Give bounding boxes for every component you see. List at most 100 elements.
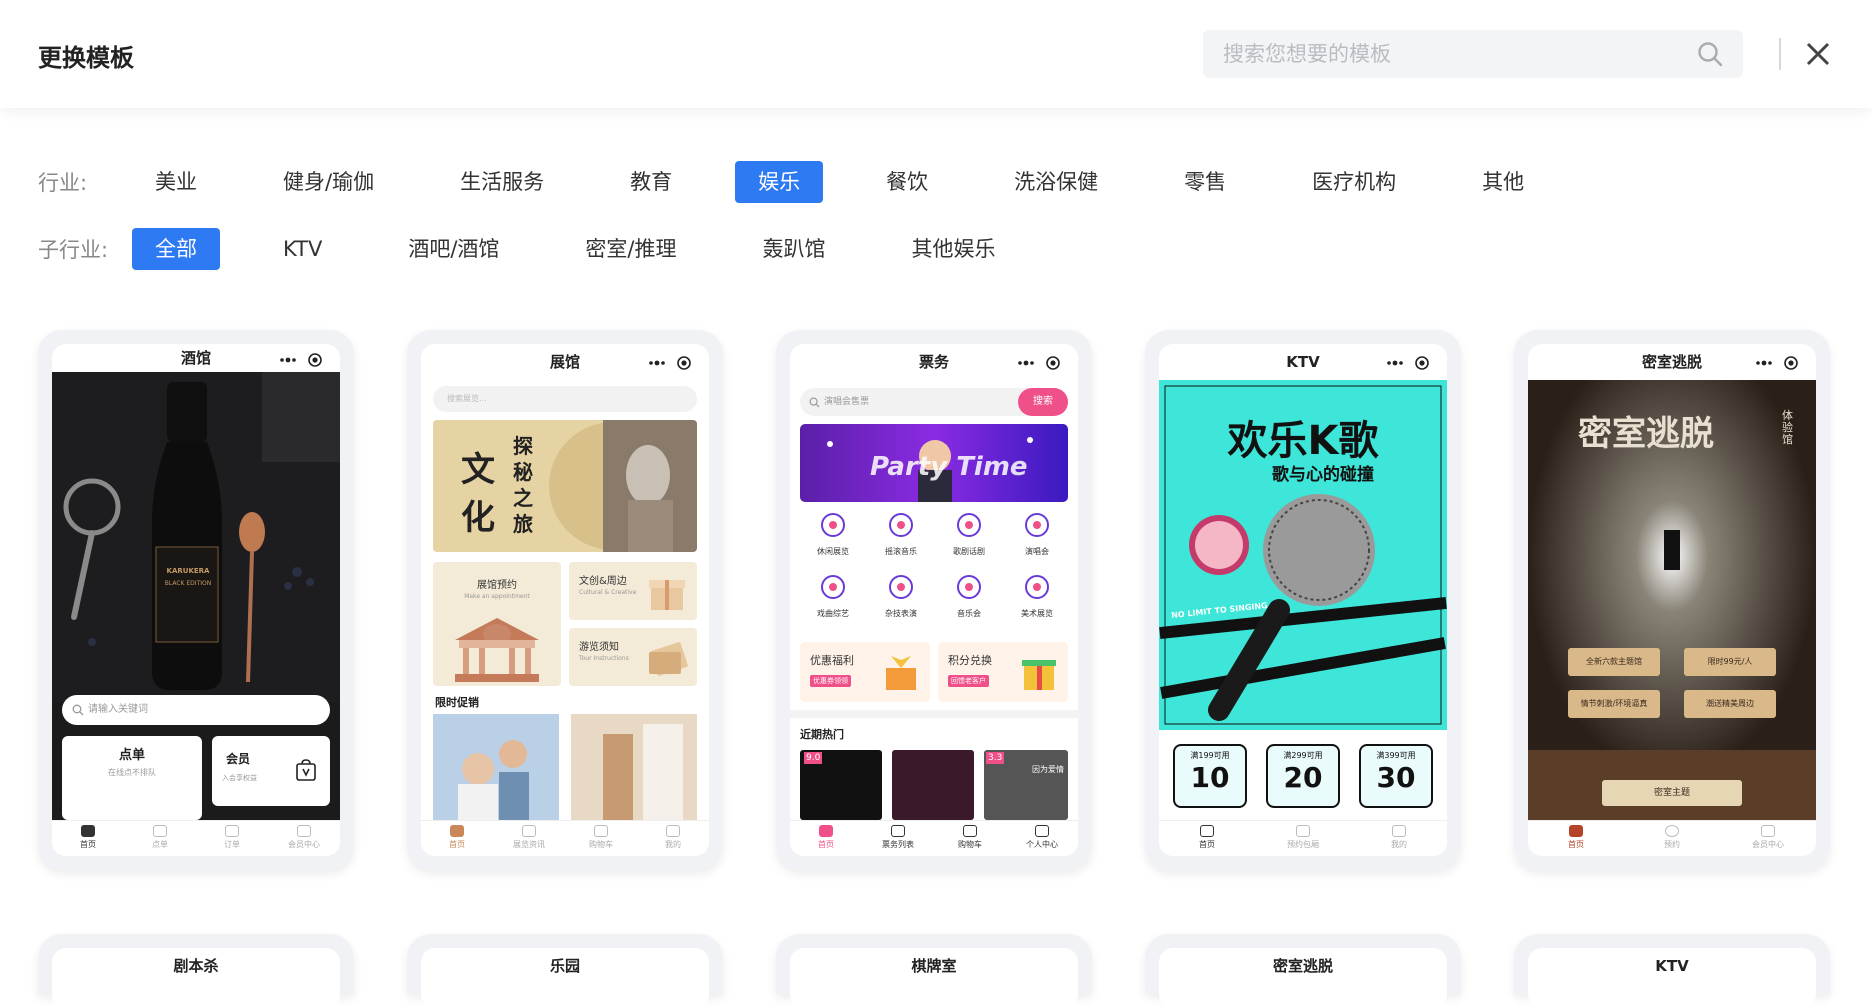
mini-tab-home[interactable]: 首页: [790, 821, 862, 856]
coupon[interactable]: 满199可用 10: [1173, 744, 1247, 808]
mini-tab-home[interactable]: 首页: [52, 821, 124, 856]
search-input[interactable]: [1223, 30, 1683, 78]
template-card[interactable]: 乐园: [407, 934, 723, 1008]
category-item[interactable]: 休闲展览: [800, 510, 866, 557]
wood-sign[interactable]: 限时99元/人: [1684, 648, 1776, 676]
industry-chip-active[interactable]: 娱乐: [735, 161, 824, 203]
mini-tab[interactable]: 票务列表: [862, 821, 934, 856]
hot-item[interactable]: 3.3 因为爱情: [984, 750, 1068, 820]
industry-chip[interactable]: 餐饮: [863, 161, 951, 203]
category-item[interactable]: 音乐会: [936, 572, 1002, 619]
sub-industry-chip[interactable]: 其他娱乐: [889, 228, 1019, 270]
mini-tab[interactable]: 订单: [196, 821, 268, 856]
mini-tab-home[interactable]: 首页: [1159, 821, 1255, 856]
mini-tab-label: 购物车: [589, 840, 613, 849]
ticket-screen: 演唱会售票 搜索 Party Time 休闲展览 摇滚音乐 歌剧话剧 演唱会戏曲综艺 杂…: [790, 380, 1078, 820]
industry-chip[interactable]: 医疗机构: [1289, 161, 1419, 203]
template-card-ticket[interactable]: 票务 演唱会售票 搜索 Party Time 休闲展览 摇滚音乐 歌剧话剧 演唱会 戏曲…: [776, 330, 1092, 870]
sub-industry-filter-row: 子行业: 全部 KTV 酒吧/酒馆 密室/推理 轰趴馆 其他娱乐: [38, 228, 1059, 270]
mini-search-button[interactable]: 搜索: [1018, 388, 1068, 416]
mini-search-icon: [809, 397, 820, 408]
creative-tile[interactable]: 文创&周边 Cultural & Creative: [569, 562, 697, 620]
template-card[interactable]: 剧本杀: [38, 934, 354, 1008]
mini-tab[interactable]: 预约包厢: [1255, 821, 1351, 856]
coupon-value: 10: [1190, 761, 1230, 794]
category-item[interactable]: 戏曲综艺: [800, 572, 866, 619]
category-item[interactable]: 杂技表演: [868, 572, 934, 619]
industry-chip[interactable]: 教育: [607, 161, 695, 203]
template-search-box[interactable]: [1203, 30, 1743, 78]
mini-tab-home[interactable]: 首页: [421, 821, 493, 856]
industry-chip[interactable]: 其他: [1459, 161, 1547, 203]
mini-tab[interactable]: 会员中心: [268, 821, 340, 856]
industry-chip[interactable]: 健身/瑜伽: [260, 161, 397, 203]
promo-card[interactable]: 优惠福利 优惠券领领: [800, 642, 930, 702]
sub-industry-chip[interactable]: 酒吧/酒馆: [385, 228, 522, 270]
order-card[interactable]: 点单 在线点不排队: [62, 736, 202, 820]
mini-tab[interactable]: 会员中心: [1720, 821, 1816, 856]
phone-preview: KTV 欢乐K歌 歌与心的碰撞 NO LIMIT TO SINGING 满199…: [1159, 344, 1447, 856]
template-card-escape-room[interactable]: 密室逃脱 密室逃脱 体验馆 全新六款主题馆 限时99元/人 情节刺激/环境逼真 …: [1514, 330, 1830, 870]
sub-industry-chip[interactable]: 密室/推理: [562, 228, 699, 270]
points-card[interactable]: 积分兑换 回馈老客户: [938, 642, 1068, 702]
template-card[interactable]: 棋牌室: [776, 934, 1092, 1008]
coupon[interactable]: 满399可用 30: [1359, 744, 1433, 808]
industry-chip[interactable]: 生活服务: [437, 161, 567, 203]
category-item[interactable]: 美术展览: [1004, 572, 1070, 619]
mini-tab[interactable]: 展览资讯: [493, 821, 565, 856]
coupon[interactable]: 满299可用 20: [1266, 744, 1340, 808]
template-card-bar[interactable]: 酒馆 KARUKERA BLACK EDITION 请输入关键词 点单 在线点不…: [38, 330, 354, 870]
wood-sign[interactable]: 全新六款主题馆: [1568, 648, 1660, 676]
phone-preview: KTV: [1528, 948, 1816, 1008]
mini-search-input[interactable]: 演唱会售票 搜索: [800, 388, 1068, 416]
template-card-ktv[interactable]: KTV 欢乐K歌 歌与心的碰撞 NO LIMIT TO SINGING 满199…: [1145, 330, 1461, 870]
hot-item[interactable]: [892, 750, 974, 820]
appointment-tile[interactable]: 展馆预约 Make an appointment: [433, 562, 561, 686]
hot-item[interactable]: 9.0: [800, 750, 882, 820]
category-label: 戏曲综艺: [817, 609, 849, 618]
list-icon: [225, 825, 239, 837]
category-item[interactable]: 歌剧话剧: [936, 510, 1002, 557]
mini-search-input[interactable]: 请输入关键词: [62, 695, 330, 725]
category-item[interactable]: 摇滚音乐: [868, 510, 934, 557]
template-card[interactable]: KTV: [1514, 934, 1830, 1008]
mini-tab[interactable]: 个人中心: [1006, 821, 1078, 856]
order-icon: [153, 825, 167, 837]
theme-banner[interactable]: 密室主题: [1602, 780, 1742, 806]
category-item[interactable]: 演唱会: [1004, 510, 1070, 557]
mini-tab[interactable]: 购物车: [934, 821, 1006, 856]
industry-chip[interactable]: 零售: [1161, 161, 1249, 203]
dialog-title: 更换模板: [38, 44, 134, 72]
gift-icon: [886, 656, 916, 690]
instructions-tile[interactable]: 游览须知 Tour Instructions: [569, 628, 697, 686]
search-icon[interactable]: [1697, 41, 1723, 67]
mini-tab[interactable]: 点单: [124, 821, 196, 856]
mini-search-input[interactable]: 搜索展览...: [433, 386, 697, 412]
home-icon: [1569, 825, 1583, 837]
bar-screen: KARUKERA BLACK EDITION 请输入关键词 点单 在线点不排队 …: [52, 372, 340, 820]
mini-tab[interactable]: 预约: [1624, 821, 1720, 856]
industry-chip[interactable]: 美业: [132, 161, 220, 203]
culture-banner[interactable]: 文 化 探 秘 之 旅: [433, 420, 697, 552]
party-banner[interactable]: Party Time: [800, 424, 1068, 502]
sub-industry-chip-active[interactable]: 全部: [132, 228, 220, 270]
mini-tab[interactable]: 我的: [1351, 821, 1447, 856]
mini-tab[interactable]: 我的: [637, 821, 709, 856]
category-icon: [889, 575, 913, 599]
sub-industry-chip[interactable]: 轰趴馆: [740, 228, 849, 270]
sub-industry-chip[interactable]: KTV: [260, 228, 345, 270]
member-card[interactable]: 会员 入会享权益: [212, 736, 330, 806]
banner-char: 化: [461, 498, 495, 538]
poster-title: 欢乐K歌: [1227, 418, 1379, 464]
mini-tab-home[interactable]: 首页: [1528, 821, 1624, 856]
template-card[interactable]: 密室逃脱: [1145, 934, 1461, 1008]
wood-sign[interactable]: 潮送精美周边: [1684, 690, 1776, 718]
industry-chip[interactable]: 洗浴保健: [991, 161, 1121, 203]
wood-sign[interactable]: 情节刺激/环境逼真: [1568, 690, 1660, 718]
close-icon[interactable]: [1802, 38, 1834, 70]
phone-preview: 密室逃脱: [1159, 948, 1447, 1008]
ktv-poster[interactable]: 欢乐K歌 歌与心的碰撞 NO LIMIT TO SINGING: [1159, 380, 1447, 730]
phone-preview: 密室逃脱 密室逃脱 体验馆 全新六款主题馆 限时99元/人 情节刺激/环境逼真 …: [1528, 344, 1816, 856]
template-card-exhibition[interactable]: 展馆 搜索展览... 文 化 探 秘 之 旅 展馆预约 Make an appo…: [407, 330, 723, 870]
mini-tab[interactable]: 购物车: [565, 821, 637, 856]
